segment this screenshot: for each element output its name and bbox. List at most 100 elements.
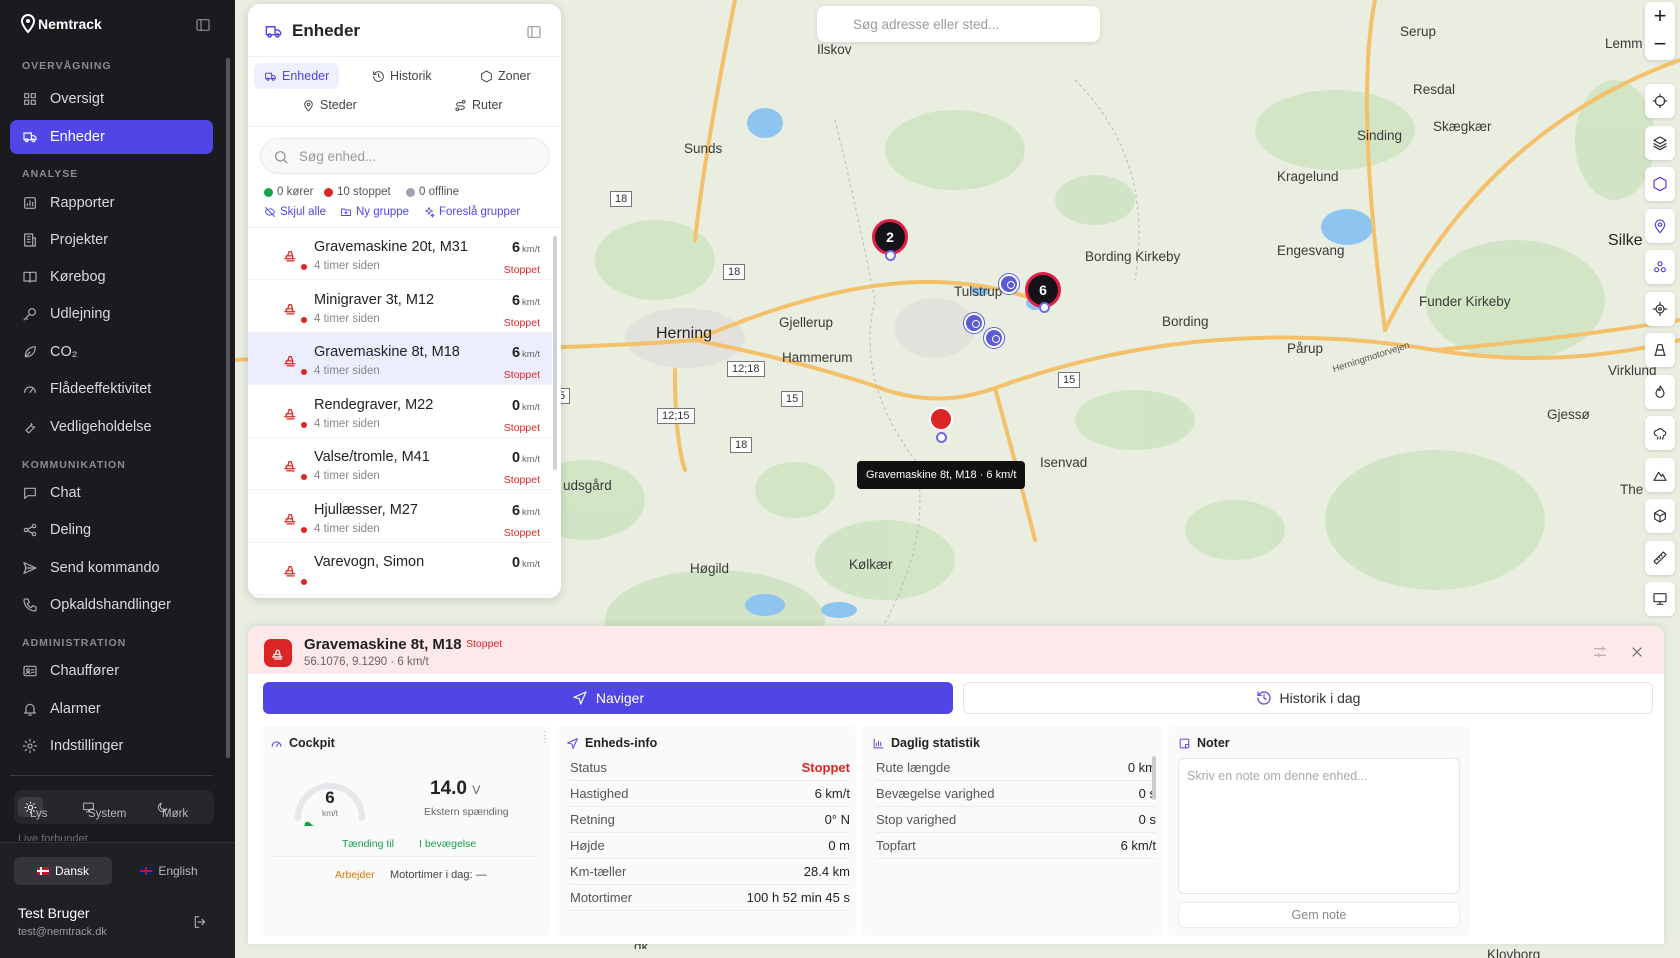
tab-devices[interactable]: Enheder (254, 63, 340, 89)
hide-all-button[interactable]: Skjul alle (264, 206, 326, 218)
theme-system-button[interactable]: System (76, 797, 126, 820)
device-row[interactable]: Valse/tromle, M41 4 timer siden 0 km/t Stopp… (248, 438, 552, 490)
sidebar-item-label: Alarmer (50, 701, 101, 717)
sidebar-item-co2[interactable]: CO₂ (10, 335, 213, 369)
zoom-out-button[interactable]: − (1645, 30, 1675, 58)
monitor-icon (1653, 593, 1667, 605)
device-list-scrollbar[interactable] (553, 236, 557, 470)
sidebar-item-reports[interactable]: Rapporter (10, 186, 213, 220)
sidebar-item-drivers[interactable]: Chauffører (10, 654, 213, 688)
status-badge: Stoppet (466, 638, 503, 650)
excavator-icon (282, 299, 299, 321)
status-driving[interactable]: 0 kører (264, 186, 313, 198)
suggest-groups-button[interactable]: Foreslå grupper (423, 206, 520, 218)
mountain-icon (1653, 471, 1667, 481)
measure-button[interactable] (1645, 540, 1675, 575)
terrain-button[interactable] (1645, 457, 1675, 492)
selected-vehicle-marker[interactable] (929, 407, 953, 431)
sidebar-item-alarms[interactable]: Alarmer (10, 692, 213, 726)
panel-collapse-button[interactable] (526, 24, 542, 45)
device-search-input[interactable]: Søg enhed... (260, 138, 550, 174)
detail-close-button[interactable] (1629, 644, 1645, 665)
zones-toggle-button[interactable] (1645, 167, 1675, 201)
sidebar-item-overview[interactable]: Oversigt (10, 82, 213, 116)
sidebar-item-chat[interactable]: Chat (10, 476, 213, 510)
device-row[interactable]: Gravemaskine 20t, M31 4 timer siden 6 km/t S… (248, 228, 552, 280)
sidebar-item-send-command[interactable]: Send kommando (10, 551, 213, 585)
layers-button[interactable] (1645, 125, 1675, 160)
device-row[interactable]: Rendegraver, M22 4 timer siden 0 km/t Stoppe… (248, 386, 552, 438)
device-row[interactable]: Varevogn, Simon 0 km/t (248, 543, 552, 595)
sidebar-item-sharing[interactable]: Deling (10, 513, 213, 547)
theme-light-button[interactable]: Lys (18, 797, 47, 820)
status-dot (301, 316, 307, 323)
drag-handle-icon[interactable]: ⋮ ⋮ (540, 731, 550, 745)
new-group-button[interactable]: Ny gruppe (340, 206, 409, 218)
sidebar-item-label: Chat (50, 485, 81, 501)
info-value: 0° N (824, 812, 850, 827)
map-label: Sinding (1357, 128, 1403, 143)
connection-status: Live forbundet (18, 833, 88, 841)
lang-english-button[interactable]: English (120, 857, 218, 885)
sidebar-item-maintenance[interactable]: Vedligeholdelse (10, 410, 213, 444)
logout-button[interactable] (192, 914, 208, 935)
tab-label: Historik (390, 69, 432, 83)
save-note-button[interactable]: Gem note (1178, 902, 1460, 928)
status-stopped[interactable]: 10 stoppet (324, 186, 391, 198)
divider (272, 856, 538, 857)
theme-dark-button[interactable]: Mørk (150, 797, 188, 820)
heatmap-button[interactable] (1645, 374, 1675, 409)
map-label: Herning (656, 325, 713, 342)
tab-zones[interactable]: Zoner (470, 63, 541, 89)
device-name: Valse/tromle, M41 (314, 449, 430, 465)
place-marker[interactable] (964, 313, 984, 333)
address-search-input[interactable]: Søg adresse eller sted... (817, 6, 1100, 42)
status-offline[interactable]: 0 offline (406, 186, 459, 198)
tab-routes[interactable]: Ruter (444, 92, 513, 118)
place-marker[interactable] (984, 328, 1004, 348)
sidebar-item-logbook[interactable]: Kørebog (10, 260, 213, 294)
traffic-button[interactable] (1645, 333, 1675, 367)
place-marker[interactable] (999, 274, 1019, 294)
device-row[interactable]: Gravemaskine 8t, M18 4 timer siden 6 km/t St… (248, 333, 552, 385)
sidebar-item-settings[interactable]: Indstillinger (10, 729, 213, 763)
note-textarea[interactable]: Skriv en note om denne enhed... (1178, 758, 1460, 894)
sidebar-item-fleet-efficiency[interactable]: Flådeeffektivitet (10, 372, 213, 406)
book-icon (23, 271, 37, 283)
device-speed: 0 km/t (512, 450, 540, 466)
fullscreen-button[interactable] (1645, 582, 1675, 616)
sidebar-item-rental[interactable]: Udlejning (10, 297, 213, 331)
weather-button[interactable] (1645, 416, 1675, 450)
sidebar-scrollbar[interactable] (226, 58, 230, 758)
divider (10, 775, 213, 776)
notes-title: Noter (1197, 736, 1230, 750)
sidebar-item-projects[interactable]: Projekter (10, 223, 213, 257)
3d-view-button[interactable] (1645, 499, 1675, 533)
device-speed: 6 km/t (512, 240, 540, 256)
history-today-button[interactable]: Historik i dag (963, 682, 1653, 714)
locate-button[interactable] (1645, 84, 1675, 118)
tab-places[interactable]: Steder (292, 92, 367, 118)
sidebar-item-label: Opkaldshandlinger (50, 597, 171, 613)
navigate-button[interactable]: Naviger (263, 682, 953, 714)
device-row[interactable]: Minigraver 3t, M12 4 timer siden 6 km/t Stop… (248, 281, 552, 333)
tab-history[interactable]: Historik (362, 63, 442, 89)
theme-switcher: Lys System Mørk (14, 790, 214, 824)
sidebar-item-call-actions[interactable]: Opkaldshandlinger (10, 588, 213, 622)
report-icon (24, 197, 36, 209)
brand-logo[interactable]: Nemtrack (20, 14, 102, 34)
device-row[interactable]: Hjullæsser, M27 4 timer siden 6 km/t Stoppet (248, 491, 552, 543)
info-row: Motortimer 100 h 52 min 45 s (570, 884, 850, 911)
info-row: Højde 0 m (570, 832, 850, 859)
info-value: 0 m (828, 838, 850, 853)
zoom-in-button[interactable]: + (1645, 2, 1675, 30)
daily-stats-scrollbar[interactable] (1152, 756, 1156, 800)
lang-danish-button[interactable]: Dansk (14, 857, 112, 885)
sidebar-collapse-button[interactable] (195, 17, 211, 38)
detail-settings-button[interactable] (1592, 644, 1608, 665)
sidebar-item-devices[interactable]: Enheder (10, 120, 213, 154)
places-toggle-button[interactable] (1645, 208, 1675, 243)
track-button[interactable] (1645, 291, 1675, 326)
route-icon (455, 99, 466, 111)
cluster-toggle-button[interactable] (1645, 250, 1675, 284)
